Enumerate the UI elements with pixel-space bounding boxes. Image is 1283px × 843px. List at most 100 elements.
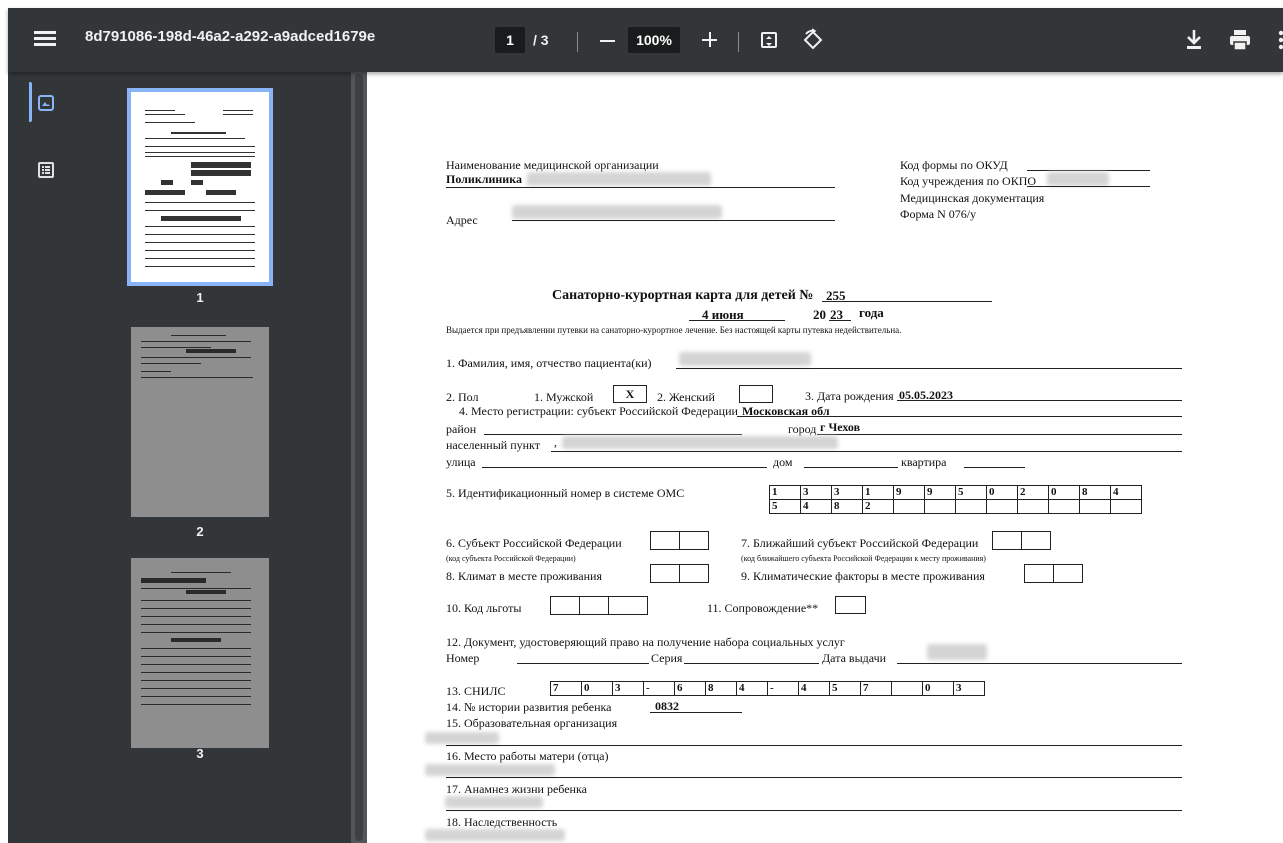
thumbnail-image <box>127 88 273 286</box>
redacted-org <box>527 172 711 186</box>
page-thumbnail-1[interactable]: 1 <box>127 88 273 305</box>
oms-row-1: 133199502084 <box>769 485 1142 500</box>
card-title: Санаторно-курортная карта для детей № <box>552 288 814 303</box>
menu-icon[interactable] <box>34 28 56 52</box>
field-5-label: 5. Идентификационный номер в системе ОМС <box>446 486 685 500</box>
fit-page-icon[interactable] <box>761 32 777 48</box>
city-line <box>817 434 1182 435</box>
digit-cell: 0 <box>1048 485 1080 500</box>
redacted-okpo <box>1047 172 1109 186</box>
digit-cell: 4 <box>800 499 832 514</box>
settlement-line <box>551 451 1182 452</box>
male-label: 1. Мужской <box>534 390 594 404</box>
redacted-workplace <box>425 764 555 776</box>
print-icon[interactable] <box>1228 29 1252 51</box>
field-9-label: 9. Климатические факторы в месте прожива… <box>741 569 985 583</box>
year-prefix: 20 <box>813 307 826 322</box>
field-1-label: 1. Фамилия, имя, отчество пациента(ки) <box>446 356 652 370</box>
sidebar-scrollbar[interactable] <box>351 72 367 843</box>
male-checkbox[interactable]: X <box>613 385 647 403</box>
region-line <box>737 416 1182 417</box>
female-label: 2. Женский <box>657 390 715 404</box>
meddoc-label: Медицинская документация <box>900 191 1045 205</box>
zoom-input[interactable]: 100% <box>628 27 680 53</box>
number-label: Номер <box>446 651 480 665</box>
digit-cell <box>1048 499 1080 514</box>
digit-cell: 5 <box>829 681 861 696</box>
org-label: Наименование медицинской организации <box>446 158 659 172</box>
digit-cell: 0 <box>922 681 954 696</box>
digit-cell: 9 <box>893 485 925 500</box>
settlement-label: населенный пункт <box>446 438 540 452</box>
field-18-label: 18. Наследственность <box>446 815 558 829</box>
page-thumbnail-3[interactable]: 3 <box>131 558 269 761</box>
thumbnail-image <box>131 327 269 517</box>
climate-factor-boxes[interactable] <box>1024 564 1083 583</box>
number-line <box>517 663 649 664</box>
digit-cell: 5 <box>769 499 801 514</box>
digit-cell <box>924 499 956 514</box>
address-line <box>512 220 835 221</box>
toolbar-divider <box>738 32 739 52</box>
okpo-label: Код учреждения по ОКПО <box>900 174 1037 188</box>
subject-code-boxes[interactable] <box>650 531 709 550</box>
redacted-issue-date <box>927 644 987 660</box>
district-line <box>484 434 742 435</box>
pdf-toolbar: 8d791086-198d-46a2-a292-a9adced1679e 1 /… <box>8 8 1283 72</box>
redacted-school <box>425 732 499 744</box>
issue-date-line <box>897 663 1182 664</box>
digit-cell: 8 <box>705 681 737 696</box>
digit-cell: 4 <box>798 681 830 696</box>
digit-cell: - <box>643 681 675 696</box>
digit-cell: 6 <box>674 681 706 696</box>
oms-row-2: 5482 <box>769 499 1142 514</box>
digit-cell: 3 <box>612 681 644 696</box>
form-label: Форма N 076/у <box>900 207 977 221</box>
redacted-heredity <box>425 829 565 841</box>
field-17-line <box>446 810 1182 811</box>
digit-cell: 0 <box>581 681 613 696</box>
digit-cell: 3 <box>953 681 985 696</box>
female-checkbox[interactable] <box>739 385 773 403</box>
digit-cell: 4 <box>736 681 768 696</box>
field-1-line <box>676 368 1182 369</box>
thumbnails-view-icon[interactable] <box>38 95 54 111</box>
file-title: 8d791086-198d-46a2-a292-a9adced1679e <box>85 28 376 45</box>
escort-box[interactable] <box>835 596 866 614</box>
field-14-label: 14. № истории развития ребенка <box>446 700 612 714</box>
field-7-note: (код ближайшего субъекта Российской Феде… <box>741 554 986 563</box>
outline-view-icon[interactable] <box>38 162 54 178</box>
page-thumbnail-2[interactable]: 2 <box>131 327 269 539</box>
date-line <box>689 320 785 321</box>
climate-boxes[interactable] <box>650 564 709 583</box>
digit-cell <box>893 499 925 514</box>
field-6-note: (код субъекта Российской Федерации) <box>446 554 576 563</box>
street-label: улица <box>446 455 476 469</box>
flat-line <box>964 467 1025 468</box>
redacted-patient-name <box>679 352 811 366</box>
digit-cell: 8 <box>831 499 863 514</box>
org-line <box>446 187 835 188</box>
benefit-code-boxes[interactable] <box>550 596 648 615</box>
okud-line <box>1027 170 1150 171</box>
active-view-indicator <box>29 82 32 122</box>
download-icon[interactable] <box>1183 28 1205 52</box>
field-15-label: 15. Образовательная организация <box>446 716 618 730</box>
rotate-icon[interactable] <box>801 28 825 52</box>
redacted-settlement <box>562 436 838 449</box>
field-13-label: 13. СНИЛС <box>446 684 506 698</box>
digit-cell: 1 <box>862 485 894 500</box>
digit-cell <box>1079 499 1111 514</box>
field-8-label: 8. Климат в месте проживания <box>446 569 602 583</box>
nearest-subject-boxes[interactable] <box>992 531 1051 550</box>
digit-cell <box>891 681 923 696</box>
digit-cell <box>986 499 1018 514</box>
pdf-page: Наименование медицинской организации Пол… <box>367 72 1283 843</box>
page-number-input[interactable]: 1 <box>495 27 525 53</box>
more-options-icon[interactable] <box>1278 30 1283 50</box>
issue-date-label: Дата выдачи <box>822 651 887 665</box>
zoom-out-button[interactable] <box>600 40 615 42</box>
zoom-in-button[interactable] <box>700 30 720 50</box>
field-17-label: 17. Анамнез жизни ребенка <box>446 782 587 796</box>
house-label: дом <box>773 455 793 469</box>
